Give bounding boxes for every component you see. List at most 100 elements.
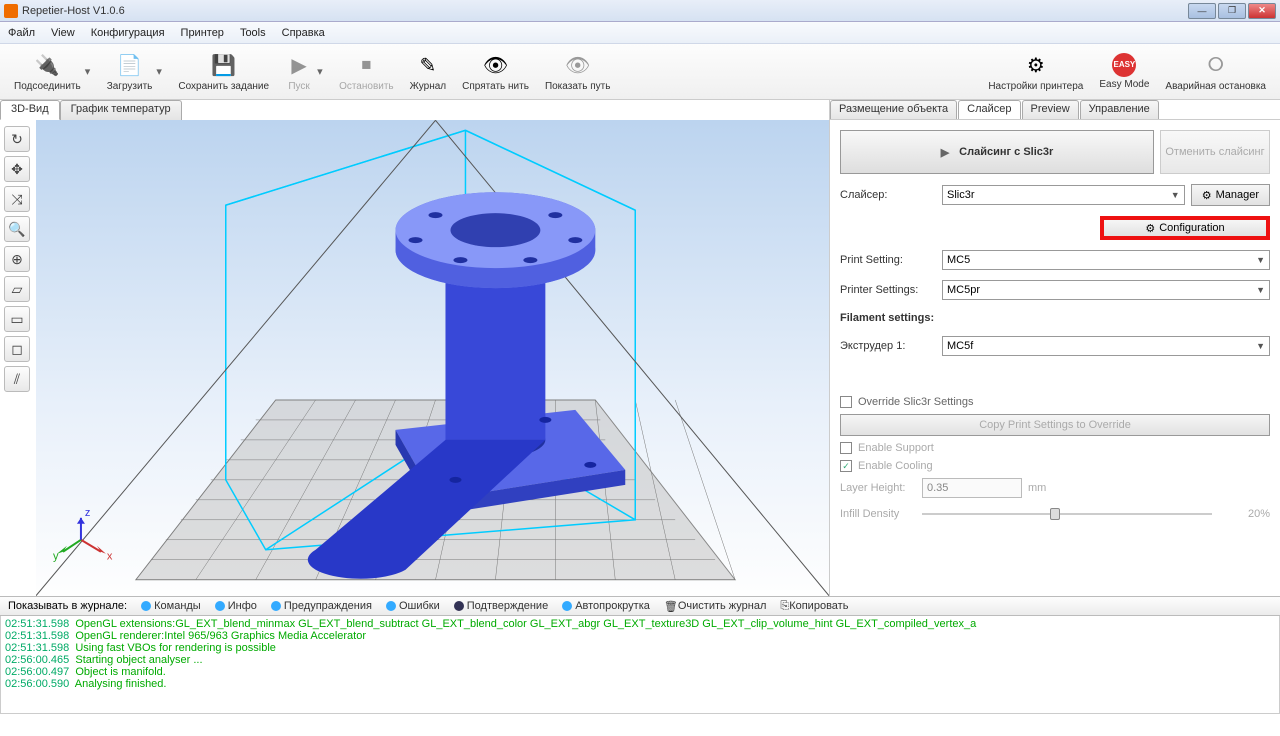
menu-file[interactable]: Файл — [8, 27, 35, 39]
rotate-view-button[interactable]: ↻ — [4, 126, 30, 152]
play-icon: ▶ — [941, 146, 949, 159]
tab-preview[interactable]: Preview — [1022, 100, 1079, 119]
log-button[interactable]: ✎Журнал — [402, 49, 455, 94]
override-checkbox[interactable]: Override Slic3r Settings — [840, 396, 1270, 408]
print-setting-select[interactable]: MC5▼ — [942, 250, 1270, 270]
enable-support-checkbox: Enable Support — [840, 442, 1270, 454]
show-path-button[interactable]: 👁Показать путь — [537, 49, 619, 94]
close-button[interactable]: ✕ — [1248, 3, 1276, 19]
top-view-button[interactable]: ▱ — [4, 276, 30, 302]
menu-config[interactable]: Конфигурация — [91, 27, 165, 39]
slicer-select[interactable]: Slic3r▼ — [942, 185, 1185, 205]
log-line: 02:56:00.497 Object is manifold. — [5, 666, 1275, 678]
stop-button[interactable]: ⏹Остановить — [331, 49, 402, 94]
checkbox-icon — [840, 396, 852, 408]
clear-log-button[interactable]: 🗑 Очистить журнал — [664, 600, 767, 613]
menu-help[interactable]: Справка — [282, 27, 325, 39]
printer-settings-button[interactable]: ⚙Настройки принтера — [980, 49, 1091, 94]
minimize-button[interactable]: — — [1188, 3, 1216, 19]
copy-log-button[interactable]: ⎘ Копировать — [780, 600, 848, 613]
manager-button[interactable]: ⚙Manager — [1191, 184, 1270, 206]
menu-tools[interactable]: Tools — [240, 27, 266, 39]
emergency-icon: ⭘ — [1202, 51, 1230, 79]
infill-value: 20% — [1248, 508, 1270, 520]
show-in-log-label: Показывать в журнале: — [8, 600, 127, 612]
extruder-label: Экструдер 1: — [840, 340, 936, 352]
3d-viewport[interactable]: xyz — [36, 120, 829, 596]
parallel-button[interactable]: ⫽ — [4, 366, 30, 392]
configuration-button[interactable]: ⚙Configuration — [1100, 216, 1270, 240]
slicer-panel: ▶Слайсинг с Slic3r Отменить слайсинг Сла… — [830, 120, 1280, 596]
gears-icon: ⚙ — [1022, 51, 1050, 79]
slicer-label: Слайсер: — [840, 189, 936, 201]
cancel-slice-button[interactable]: Отменить слайсинг — [1160, 130, 1270, 174]
menubar: Файл View Конфигурация Принтер Tools Спр… — [0, 22, 1280, 44]
tab-control[interactable]: Управление — [1080, 100, 1159, 119]
viewport-toolbar: ↻ ✥ ⤨ 🔍 ⊕ ▱ ▭ ◻ ⫽ — [0, 122, 34, 396]
front-view-button[interactable]: ▭ — [4, 306, 30, 332]
printer-settings-label: Printer Settings: — [840, 284, 936, 296]
gear-icon: ⚙ — [1145, 222, 1155, 235]
tab-3d-view[interactable]: 3D-Вид — [0, 100, 60, 120]
titlebar: Repetier-Host V1.0.6 — ❐ ✕ — [0, 0, 1280, 22]
viewport-area: 3D-Вид График температур ↻ ✥ ⤨ 🔍 ⊕ ▱ ▭ ◻… — [0, 100, 830, 596]
filter-info[interactable]: Инфо — [215, 600, 257, 612]
easy-mode-button[interactable]: EASYEasy Mode — [1091, 51, 1157, 92]
dropdown-arrow-icon[interactable]: ▾ — [85, 65, 93, 78]
plug-icon: 🔌 — [33, 51, 61, 79]
chevron-down-icon: ▼ — [1171, 190, 1180, 200]
menu-printer[interactable]: Принтер — [181, 27, 224, 39]
tab-slicer[interactable]: Слайсер — [958, 100, 1020, 119]
toolbar: 🔌Подсоединить ▾ 📄Загрузить ▾ 💾Сохранить … — [0, 44, 1280, 100]
tab-temp-graph[interactable]: График температур — [60, 100, 182, 120]
load-button[interactable]: 📄Загрузить — [99, 49, 161, 94]
chevron-down-icon: ▼ — [1256, 255, 1265, 265]
infill-label: Infill Density — [840, 508, 916, 520]
fit-button[interactable]: ⊕ — [4, 246, 30, 272]
menu-view[interactable]: View — [51, 27, 75, 39]
filter-warnings[interactable]: Предупраждения — [271, 600, 372, 612]
log-line: 02:56:00.465 Starting object analyser ..… — [5, 654, 1275, 666]
connect-button[interactable]: 🔌Подсоединить — [6, 49, 89, 94]
filter-ack[interactable]: Подтверждение — [454, 600, 548, 612]
right-panel: Размещение объекта Слайсер Preview Управ… — [830, 100, 1280, 596]
print-setting-label: Print Setting: — [840, 254, 936, 266]
iso-view-button[interactable]: ◻ — [4, 336, 30, 362]
filter-autoscroll[interactable]: Автопрокрутка — [562, 600, 650, 612]
stop-icon: ⏹ — [352, 51, 380, 79]
chevron-down-icon: ▼ — [1256, 341, 1265, 351]
filter-errors[interactable]: Ошибки — [386, 600, 440, 612]
gear-icon: ⚙ — [1202, 189, 1212, 202]
window-title: Repetier-Host V1.0.6 — [22, 5, 1188, 17]
eye-slash-icon: 👁 — [564, 51, 592, 79]
save-button[interactable]: 💾Сохранить задание — [170, 49, 277, 94]
run-button[interactable]: ▶Пуск — [277, 49, 321, 94]
app-icon — [4, 4, 18, 18]
trash-icon: 🗑 — [664, 600, 678, 613]
mm-label: mm — [1028, 482, 1046, 494]
easy-icon: EASY — [1112, 53, 1136, 77]
emergency-stop-button[interactable]: ⭘Аварийная остановка — [1157, 49, 1274, 94]
viewport-tabs: 3D-Вид График температур — [0, 100, 182, 120]
maximize-button[interactable]: ❐ — [1218, 3, 1246, 19]
slice-button[interactable]: ▶Слайсинг с Slic3r — [840, 130, 1154, 174]
checkbox-icon — [840, 442, 852, 454]
zoom-button[interactable]: 🔍 — [4, 216, 30, 242]
dropdown-arrow-icon[interactable]: ▾ — [156, 65, 164, 78]
hide-filament-button[interactable]: 👁Спрятать нить — [454, 49, 537, 94]
log-line: 02:51:31.598 OpenGL renderer:Intel 965/9… — [5, 630, 1275, 642]
svg-text:y: y — [53, 551, 59, 563]
extruder-select[interactable]: MC5f▼ — [942, 336, 1270, 356]
log-line: 02:51:31.598 Using fast VBOs for renderi… — [5, 642, 1275, 654]
tab-placement[interactable]: Размещение объекта — [830, 100, 957, 119]
main-area: 3D-Вид График температур ↻ ✥ ⤨ 🔍 ⊕ ▱ ▭ ◻… — [0, 100, 1280, 596]
filter-commands[interactable]: Команды — [141, 600, 201, 612]
move-view-button[interactable]: ✥ — [4, 156, 30, 182]
enable-cooling-checkbox: ✓Enable Cooling — [840, 460, 1270, 472]
move-object-button[interactable]: ⤨ — [4, 186, 30, 212]
printer-settings-select[interactable]: MC5pr▼ — [942, 280, 1270, 300]
log-console[interactable]: 02:51:31.598 OpenGL extensions:GL_EXT_bl… — [0, 616, 1280, 714]
dropdown-arrow-icon[interactable]: ▾ — [317, 65, 325, 78]
infill-slider — [922, 504, 1242, 524]
copy-override-button[interactable]: Copy Print Settings to Override — [840, 414, 1270, 436]
